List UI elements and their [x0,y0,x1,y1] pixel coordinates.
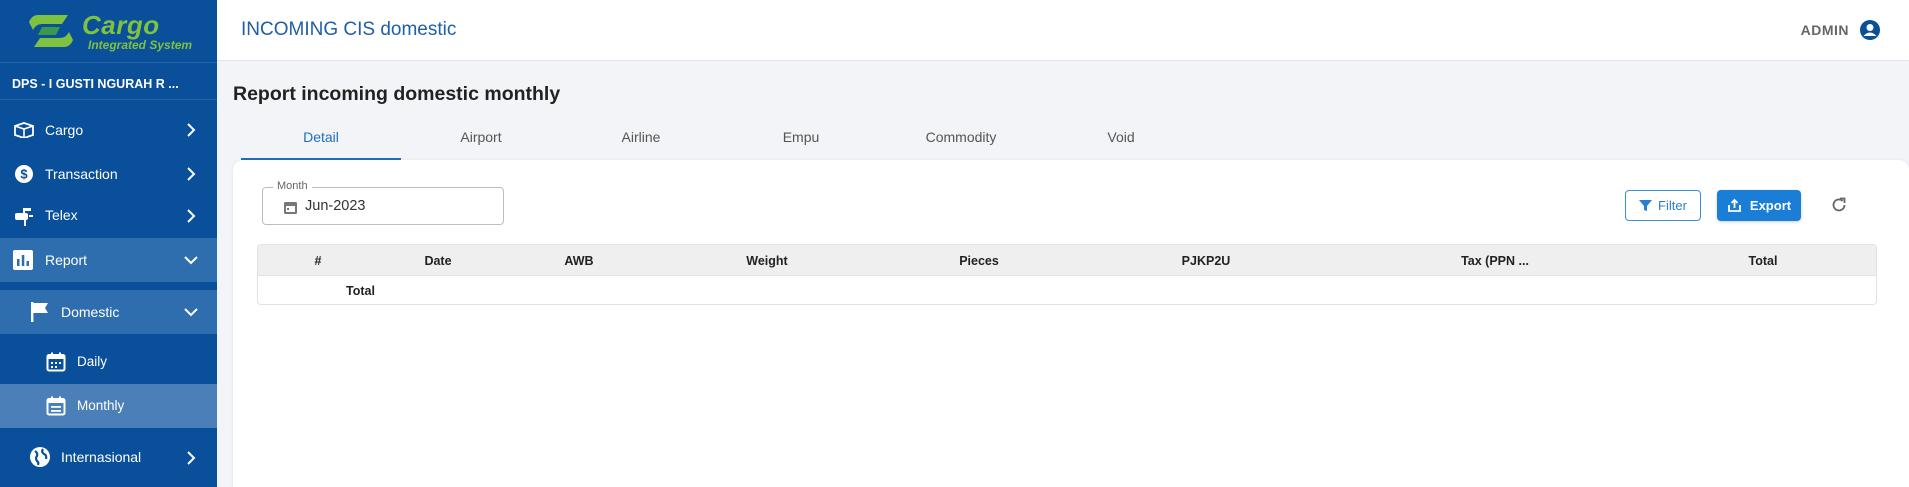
app-logo[interactable]: Cargo Integrated System [0,0,217,62]
sidebar-item-report[interactable]: Report [0,238,217,282]
sidebar-item-label: Internasional [61,449,142,465]
table-header: # Date AWB Weight Pieces PJKP2U Tax (PPN… [258,245,1876,276]
chevron-down-icon [184,308,198,317]
chevron-right-icon [187,209,196,223]
dollar-coin-icon: $ [14,164,34,184]
sidebar-item-label: Cargo [45,122,84,138]
export-icon [1728,198,1741,212]
sidebar-item-daily[interactable]: Daily [0,342,217,382]
sidebar-item-domestic[interactable]: Domestic [0,290,217,334]
sidebar-item-label: Monthly [77,398,125,413]
sidebar-item-transaction[interactable]: $ Transaction [0,156,217,190]
tab-airline[interactable]: Airline [561,122,721,160]
sidebar-item-label: Report [45,252,88,268]
user-name[interactable]: ADMIN [1801,22,1849,38]
column-header-total[interactable]: Total [1749,254,1778,268]
cargo-logo-icon [29,15,73,47]
refresh-icon[interactable] [1830,196,1848,214]
tab-detail[interactable]: Detail [241,122,401,160]
calendar-icon [284,202,297,214]
export-label: Export [1749,198,1792,213]
sidebar: Cargo Integrated System DPS - I GUSTI NG… [0,0,217,487]
flag-icon [30,301,50,323]
month-picker[interactable]: Month Jun-2023 [262,180,504,225]
logo-title: Cargo [82,9,160,40]
chevron-down-icon [184,256,198,265]
logo-subtitle: Integrated System [88,37,193,52]
column-header-index[interactable]: # [315,254,322,268]
column-header-pieces[interactable]: Pieces [959,254,999,268]
tab-empu[interactable]: Empu [721,122,881,160]
sidebar-item-cargo[interactable]: Cargo [0,113,217,147]
sidebar-item-label: Domestic [61,304,120,320]
tab-commodity[interactable]: Commodity [881,122,1041,160]
export-button[interactable]: Export [1717,190,1801,221]
filter-label: Filter [1658,198,1687,213]
box-icon [13,122,35,138]
sidebar-item-label: Daily [77,354,108,369]
report-table: # Date AWB Weight Pieces PJKP2U Tax (PPN… [257,244,1877,305]
report-tabs: Detail Airport Airline Empu Commodity Vo… [241,122,1201,160]
station-name: DPS - I GUSTI NGURAH R ... [0,62,217,100]
sidebar-item-monthly[interactable]: Monthly [0,384,217,428]
user-avatar-icon[interactable] [1859,19,1881,41]
filter-icon [1639,200,1653,211]
total-label: Total [346,284,375,298]
sidebar-item-label: Telex [45,207,78,223]
sidebar-item-internasional[interactable]: Internasional [0,440,217,474]
column-header-awb[interactable]: AWB [564,254,593,268]
sidebar-item-telex[interactable]: Telex [0,198,217,232]
svg-text:$: $ [20,167,28,182]
sidebar-item-label: Transaction [45,166,118,182]
globe-icon [29,446,51,468]
column-header-weight[interactable]: Weight [746,254,787,268]
column-header-date[interactable]: Date [424,254,451,268]
page-title: Report incoming domestic monthly [233,83,561,105]
chevron-right-icon [187,123,196,137]
chevron-right-icon [187,167,196,181]
top-bar: INCOMING CIS domestic ADMIN [217,0,1909,61]
tab-airport[interactable]: Airport [401,122,561,160]
module-title: INCOMING CIS domestic [241,19,457,40]
calendar-icon [46,352,66,372]
chevron-right-icon [187,451,196,465]
bar-chart-icon [13,250,33,270]
month-label: Month [273,180,312,192]
mailbox-icon [13,205,35,227]
column-header-pjkp2u[interactable]: PJKP2U [1182,254,1231,268]
tab-void[interactable]: Void [1041,122,1201,160]
month-value: Jun-2023 [305,198,366,214]
table-total-row: Total [258,276,1876,304]
column-header-tax[interactable]: Tax (PPN ... [1461,254,1529,268]
filter-button[interactable]: Filter [1625,190,1701,221]
calendar-icon [46,396,66,416]
